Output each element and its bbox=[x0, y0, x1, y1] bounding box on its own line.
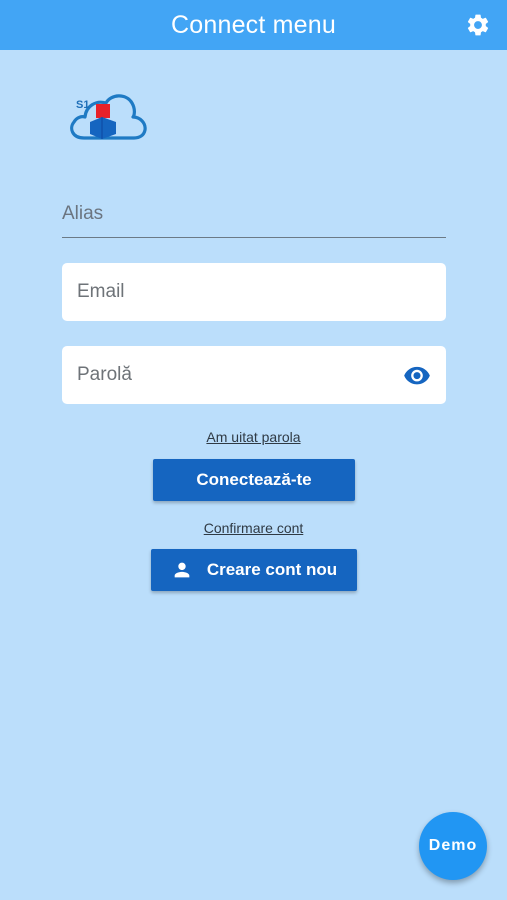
settings-button[interactable] bbox=[463, 10, 493, 40]
alias-input[interactable] bbox=[62, 178, 446, 238]
password-input[interactable] bbox=[62, 346, 446, 404]
email-input[interactable] bbox=[62, 263, 446, 321]
person-icon bbox=[171, 559, 193, 581]
eye-icon bbox=[404, 366, 430, 385]
logo-text: S1 bbox=[76, 99, 89, 111]
toggle-password-visibility-button[interactable] bbox=[402, 361, 432, 389]
forgot-password-link[interactable]: Am uitat parola bbox=[0, 429, 507, 445]
connect-screen: Connect menu S1 Am uitat parola C bbox=[0, 0, 507, 900]
page-title: Connect menu bbox=[171, 10, 336, 39]
alias-field[interactable] bbox=[62, 178, 446, 239]
gear-icon bbox=[467, 14, 489, 36]
connect-button-label: Conectează-te bbox=[196, 470, 312, 489]
demo-button-label: Demo bbox=[428, 837, 478, 854]
confirm-account-link[interactable]: Confirmare cont bbox=[0, 520, 507, 536]
email-field[interactable] bbox=[62, 263, 446, 321]
connect-button[interactable]: Conectează-te bbox=[153, 459, 355, 501]
create-account-button-label: Creare cont nou bbox=[206, 560, 338, 579]
app-bar: Connect menu bbox=[0, 0, 507, 50]
app-logo: S1 bbox=[66, 88, 148, 144]
password-field[interactable] bbox=[62, 346, 446, 404]
create-account-button[interactable]: Creare cont nou bbox=[151, 549, 357, 591]
demo-button[interactable]: Demo bbox=[419, 812, 487, 880]
